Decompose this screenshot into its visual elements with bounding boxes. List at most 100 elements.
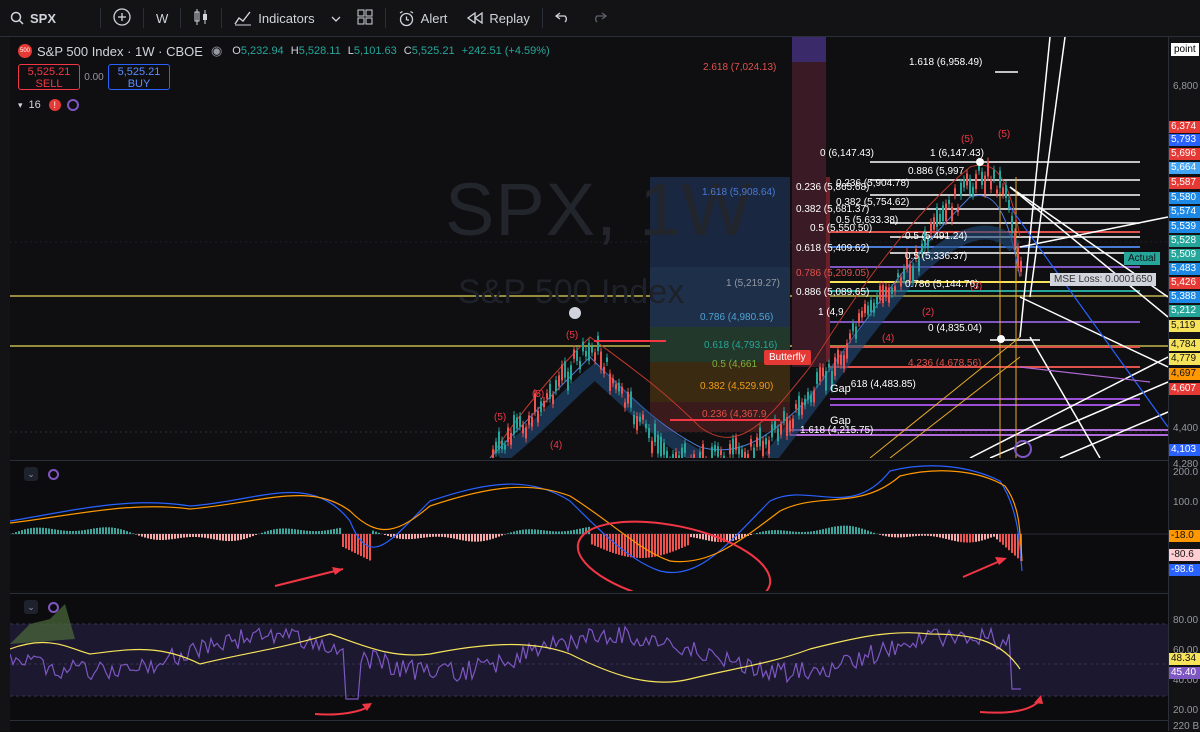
- candle-body: [657, 435, 659, 454]
- macd-bar: [936, 534, 938, 537]
- macd-bar: [171, 534, 173, 539]
- macd-bar: [303, 530, 305, 534]
- candle-body: [864, 304, 866, 313]
- macd-bar: [63, 531, 65, 534]
- price-level-tag: 5,483: [1169, 263, 1200, 275]
- candle-body: [624, 402, 626, 407]
- indicators-button[interactable]: Indicators: [224, 0, 324, 36]
- candle-body: [720, 451, 722, 455]
- macd-bar: [240, 534, 242, 540]
- fib-level-label: 0.786 (5,209.05): [796, 268, 869, 279]
- macd-bar: [66, 531, 68, 534]
- indicators-dropdown-button[interactable]: [325, 0, 347, 36]
- macd-bar: [480, 534, 482, 541]
- candle-body: [567, 372, 569, 391]
- macd-bar: [579, 529, 581, 534]
- macd-bar: [840, 526, 842, 534]
- rsi-pane[interactable]: ⌄: [10, 593, 1168, 720]
- candle-body: [783, 411, 785, 421]
- butterfly-pattern-tag[interactable]: Butterfly: [764, 350, 811, 365]
- macd-bar: [555, 531, 557, 534]
- macd-bar: [885, 534, 887, 536]
- candle-body: [801, 402, 803, 415]
- macd-tick-label: 100.0: [1173, 497, 1198, 508]
- macd-bar: [594, 534, 596, 546]
- macd-bar: [183, 534, 185, 538]
- macd-bar: [54, 529, 56, 534]
- symbol-title[interactable]: S&P 500 Index · 1W · CBOE: [37, 44, 203, 59]
- sell-button[interactable]: 5,525.21 SELL: [18, 64, 80, 90]
- candle-body: [792, 419, 794, 429]
- macd-bar: [576, 529, 578, 534]
- macd-bar: [672, 534, 674, 552]
- rsi-tick-label: 20.00: [1173, 705, 1198, 716]
- macd-bar: [84, 530, 86, 534]
- candle-body: [795, 404, 797, 409]
- macd-bar: [663, 534, 665, 555]
- compare-symbol-button[interactable]: [103, 0, 141, 36]
- price-axis[interactable]: point 6,8004,4004,2806,3745,7935,6965,66…: [1168, 37, 1200, 731]
- interval-button[interactable]: W: [146, 0, 178, 36]
- candle-body: [1008, 200, 1010, 209]
- macd-bar: [798, 532, 800, 534]
- chart-type-button[interactable]: [183, 0, 219, 36]
- symbol-search-button[interactable]: SPX: [0, 0, 98, 36]
- macd-bar: [666, 534, 668, 554]
- macd-bar: [903, 534, 905, 537]
- undo-button[interactable]: [545, 0, 581, 36]
- macd-bar: [966, 534, 968, 543]
- macd-bar: [681, 534, 683, 548]
- rsi-tick-label: 80.00: [1173, 615, 1198, 626]
- watermark-symbol: SPX, 1W: [445, 167, 752, 252]
- macd-bar: [300, 530, 302, 534]
- macd-bar: [39, 528, 41, 534]
- divider: [385, 8, 386, 28]
- fib-level-label: 0.886 (5,089.65): [796, 287, 869, 298]
- macd-bar: [642, 534, 644, 558]
- macd-bar: [174, 534, 176, 539]
- candle-body: [663, 443, 665, 455]
- indicators-toggle[interactable]: ▾ 16 !: [18, 99, 79, 111]
- alert-button[interactable]: Alert: [388, 0, 458, 36]
- macd-bar: [771, 530, 773, 534]
- candle-body: [894, 286, 896, 291]
- replay-button[interactable]: Replay: [457, 0, 539, 36]
- rsi-value-tag: 45.40: [1169, 667, 1200, 679]
- collapse-pane-button[interactable]: ⌄: [24, 600, 38, 614]
- candle-body: [756, 437, 758, 447]
- price-chart-pane[interactable]: 500 S&P 500 Index · 1W · CBOE ◉ O5,232.9…: [10, 37, 1168, 458]
- macd-bar: [351, 534, 353, 552]
- candle-body: [702, 444, 704, 458]
- macd-bar: [99, 528, 101, 534]
- macd-bar: [267, 531, 269, 534]
- macd-bar: [516, 531, 518, 534]
- macd-bar: [219, 534, 221, 540]
- collapse-pane-button[interactable]: ⌄: [24, 467, 38, 481]
- macd-bar: [297, 530, 299, 534]
- divider: [100, 8, 101, 28]
- macd-bar: [33, 528, 35, 534]
- macd-bar: [141, 534, 143, 537]
- candle-body: [735, 438, 737, 451]
- buy-button[interactable]: 5,525.21 BUY: [108, 64, 170, 90]
- rsi-tick-label: 220 B: [1173, 721, 1199, 731]
- candle-body: [621, 387, 623, 394]
- search-icon: [10, 11, 24, 25]
- price-level-tag: 5,212: [1169, 305, 1200, 317]
- macd-bar: [186, 534, 188, 537]
- macd-bar: [495, 534, 497, 538]
- macd-bar: [501, 534, 503, 536]
- macd-bar: [93, 528, 95, 534]
- candle-body: [789, 420, 791, 431]
- macd-bar: [348, 534, 350, 550]
- macd-bar: [75, 531, 77, 534]
- macd-bar: [327, 530, 329, 534]
- macd-bar: [882, 534, 884, 536]
- macd-bar: [342, 534, 344, 547]
- eye-icon[interactable]: ◉: [211, 43, 222, 59]
- macd-pane[interactable]: ⌄: [10, 460, 1168, 591]
- layout-templates-button[interactable]: [347, 0, 383, 36]
- redo-button[interactable]: [581, 0, 617, 36]
- candle-body: [576, 351, 578, 361]
- macd-bar: [456, 534, 458, 539]
